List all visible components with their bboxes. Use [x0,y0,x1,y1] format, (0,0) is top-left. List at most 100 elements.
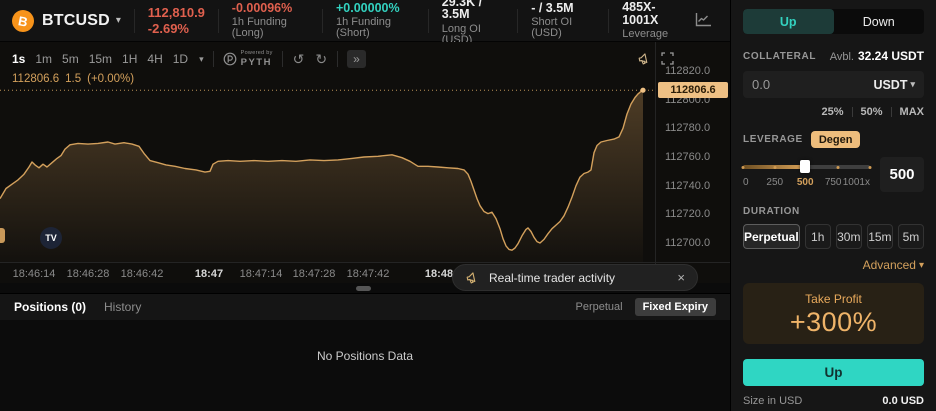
stat-1h-funding-short-: +0.00000% 1h Funding (Short) [336,2,415,40]
slider-handle[interactable] [800,160,811,173]
avbl-label: Avbl. [829,51,854,63]
current-price-label: 112806.6 [658,82,728,99]
expand-toolbar-icon[interactable]: » [347,50,366,68]
x-axis-tick: 18:47:42 [346,268,390,280]
timeframe-1H[interactable]: 1H [120,52,139,66]
degen-badge[interactable]: Degen [810,131,861,148]
stat-value: -0.00096% [231,0,293,15]
currency-selector[interactable]: USDT ▾ [873,78,915,92]
fullscreen-icon[interactable] [661,52,674,66]
x-axis-tick: 18:47:28 [292,268,336,280]
close-icon[interactable]: × [677,270,685,285]
percent-25[interactable]: 25% [821,106,843,118]
tab-history[interactable]: History [104,300,141,314]
timeframe-selector: 1s 1m 5m 15m 1H 4H 1D [10,52,190,66]
divider [217,8,219,33]
stat-label: Short OI (USD) [531,16,573,40]
leverage-slider[interactable]: 0 250 500 750 1001x [741,160,872,193]
toggle-perpetual[interactable]: Perpetual [567,298,630,316]
divider [608,8,610,33]
toggle-fixed-expiry[interactable]: Fixed Expiry [634,298,716,316]
y-axis-tick: 112700.0 [665,237,711,249]
price-stat: 112,810.9 -2.69% [148,6,205,35]
chart-toolbar: 1s 1m 5m 15m 1H 4H 1D ▾ Powered by PYTH ↺ ↻ » [10,49,366,69]
positions-content: No Positions Data [0,320,730,411]
stat-value: 29.3K / 3.5M [441,0,483,21]
divider [851,107,853,117]
percent-max[interactable]: MAX [900,106,924,118]
notification-text: Real-time trader activity [489,270,616,285]
undo-icon[interactable]: ↺ [292,52,306,66]
tab-positions-0-[interactable]: Positions (0) [14,300,86,314]
direction-tabs: Up Down [743,9,924,34]
duration-5m[interactable]: 5m [897,224,924,249]
currency-name: USDT [873,77,908,92]
chart-legend: 112806.6 1.5 (+0.00%) [12,73,134,85]
drawing-toolbar-toggle[interactable] [0,228,5,243]
top-bar: B BTCUSD ▾ 112,810.9 -2.69% -0.00096% 1h … [0,0,730,45]
pyth-logo[interactable]: Powered by PYTH [223,50,273,67]
duration-1h[interactable]: 1h [804,224,831,249]
price-axis[interactable]: 112806.6 112820.0 112800.0 112780.0 112760.… [655,42,730,283]
trading-workspace: B BTCUSD ▾ 112,810.9 -2.69% -0.00096% 1h … [0,0,730,411]
last-point-dot [640,87,646,93]
timeframe-4H[interactable]: 4H [145,52,164,66]
contract-type-toggle: Perpetual Fixed Expiry [567,298,716,316]
duration-15m[interactable]: 15m [866,224,893,249]
y-axis-tick: 112740.0 [665,179,711,192]
timeframe-5m[interactable]: 5m [60,52,81,66]
y-axis-tick: 112760.0 [665,151,711,163]
x-axis-tick: 18:47:14 [239,268,283,280]
x-axis-tick: 18:47 [194,268,224,280]
divider [517,8,519,33]
duration-perpetual[interactable]: Perpetual [743,224,800,249]
bitcoin-icon: B [10,7,36,34]
submit-up-button[interactable]: Up [743,359,924,386]
summary-value: 0.0 USD [882,395,924,407]
slider-mark-1001x: 1001x [842,177,870,188]
divider [281,51,283,67]
collateral-input[interactable] [752,77,874,92]
chevron-down-icon: ▾ [918,259,924,271]
y-axis-tick: 112820.0 [665,65,711,77]
timeframe-15m[interactable]: 15m [87,52,114,66]
duration-30m[interactable]: 30m [835,224,862,249]
slider-mark-dot [773,166,777,169]
pyth-powered-by: Powered by [240,50,273,56]
timeframe-more-icon[interactable]: ▾ [199,54,204,65]
leverage-label: LEVERAGE [743,134,803,145]
legend-change-pct: (+0.00%) [87,73,135,85]
order-panel: UpDown COLLATERAL Avbl.32.24 USDT USDT ▾… [730,0,936,411]
divider [427,8,429,33]
y-axis-tick: 112720.0 [665,208,711,221]
chart-scrollbar-handle[interactable] [356,286,371,291]
last-price: 112,810.9 [147,5,205,20]
take-profit-label: Take Profit [805,291,862,306]
stat-label: 1h Funding (Short) [335,16,392,40]
legend-change: 1.5 [65,73,82,85]
redo-icon[interactable]: ↻ [314,52,328,66]
symbol-selector[interactable]: B BTCUSD ▾ [10,7,121,34]
timeframe-1m[interactable]: 1m [33,52,54,66]
positions-tabs: Positions (0) History [14,300,141,314]
timeframe-1s[interactable]: 1s [10,52,27,66]
slider-mark-0: 0 [743,177,749,188]
slider-mark-750: 750 [824,177,842,188]
stat-value: +0.00000% [335,0,400,15]
tradingview-logo[interactable]: TV [40,227,62,249]
megaphone-icon[interactable] [637,52,652,66]
divider [212,51,214,67]
trader-activity-notification[interactable]: Real-time trader activity × [452,264,698,291]
direction-tab-down[interactable]: Down [834,9,925,34]
stats-chart-icon[interactable] [695,12,712,30]
percent-50[interactable]: 50% [861,106,883,118]
summary-row: Size in USD 0.0 USD [743,395,924,407]
direction-tab-up[interactable]: Up [743,9,834,34]
megaphone-icon [465,271,480,285]
legend-price: 112806.6 [12,73,60,85]
slider-mark-500: 500 [796,177,814,188]
divider [322,8,323,33]
timeframe-1D[interactable]: 1D [171,52,190,66]
advanced-toggle[interactable]: Advanced ▾ [743,258,924,272]
x-axis-tick: 18:46:28 [66,268,110,280]
